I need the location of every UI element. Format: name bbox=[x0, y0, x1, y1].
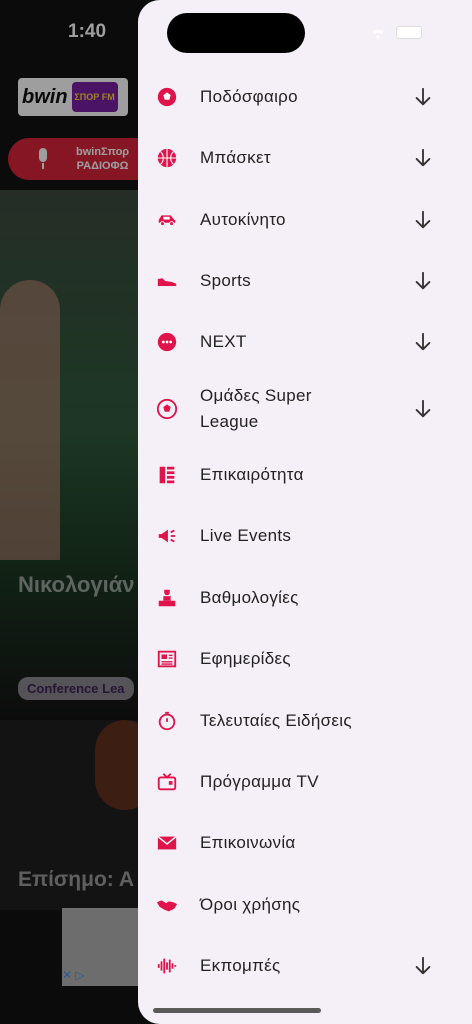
drawer-item-7[interactable]: Επικαιρότητα bbox=[138, 450, 472, 500]
drawer-item-label: Ποδόσφαιρο bbox=[200, 87, 298, 106]
drawer-item-label: Μπάσκετ bbox=[200, 148, 271, 167]
drawer-item-15[interactable]: Εκπομπές bbox=[138, 941, 472, 991]
drawer-item-label: Πρόγραμμα TV bbox=[200, 772, 319, 791]
news-list-icon bbox=[156, 464, 178, 486]
drawer-item-label: Επικοινωνία bbox=[200, 833, 296, 852]
drawer-item-2[interactable]: Μπάσκετ bbox=[138, 133, 472, 183]
drawer-item-3[interactable]: Αυτοκίνητο bbox=[138, 195, 472, 245]
expand-arrow-icon[interactable] bbox=[412, 955, 434, 977]
drawer-item-13[interactable]: Επικοινωνία bbox=[138, 818, 472, 868]
tv-icon bbox=[156, 771, 178, 793]
expand-arrow-icon[interactable] bbox=[412, 86, 434, 108]
soccer-ball-icon bbox=[156, 86, 178, 108]
drawer-item-5[interactable]: NEXT bbox=[138, 317, 472, 367]
handshake-icon bbox=[156, 894, 178, 916]
drawer-item-label: Ομάδες Super League bbox=[200, 386, 312, 431]
drawer-item-11[interactable]: Τελευταίες Ειδήσεις bbox=[138, 696, 472, 746]
drawer-item-label: Βαθμολογίες bbox=[200, 588, 299, 607]
drawer-item-label: Αυτοκίνητο bbox=[200, 210, 286, 229]
envelope-icon bbox=[156, 832, 178, 854]
drawer-item-label: Εκπομπές bbox=[200, 956, 281, 975]
expand-arrow-icon[interactable] bbox=[412, 331, 434, 353]
drawer-item-14[interactable]: Όροι χρήσης bbox=[138, 880, 472, 930]
drawer-item-label: Sports bbox=[200, 271, 251, 290]
drawer-item-9[interactable]: Βαθμολογίες bbox=[138, 573, 472, 623]
podium-icon bbox=[156, 587, 178, 609]
battery-icon bbox=[396, 25, 422, 39]
basketball-icon bbox=[156, 147, 178, 169]
drawer-item-label: Επικαιρότητα bbox=[200, 465, 304, 484]
wifi-icon bbox=[368, 25, 388, 39]
drawer-item-label: Τελευταίες Ειδήσεις bbox=[200, 711, 352, 730]
drawer-item-12[interactable]: Πρόγραμμα TV bbox=[138, 757, 472, 807]
drawer-item-label: NEXT bbox=[200, 332, 247, 351]
audio-wave-icon bbox=[156, 955, 178, 977]
dots-circle-icon bbox=[156, 331, 178, 353]
dynamic-island bbox=[167, 13, 305, 53]
expand-arrow-icon[interactable] bbox=[412, 209, 434, 231]
expand-arrow-icon[interactable] bbox=[412, 398, 434, 420]
drawer-item-label: Live Events bbox=[200, 526, 292, 545]
drawer-item-6[interactable]: Ομάδες Super League bbox=[138, 380, 472, 438]
newspaper-icon bbox=[156, 648, 178, 670]
drawer-item-8[interactable]: Live Events bbox=[138, 511, 472, 561]
drawer-item-label: Εφημερίδες bbox=[200, 649, 291, 668]
drawer-item-10[interactable]: Εφημερίδες bbox=[138, 634, 472, 684]
megaphone-icon bbox=[156, 525, 178, 547]
sneaker-icon bbox=[156, 270, 178, 292]
team-ball-icon bbox=[156, 398, 178, 420]
drawer-item-1[interactable]: Ποδόσφαιρο bbox=[138, 72, 472, 122]
status-icons bbox=[368, 25, 422, 39]
drawer-item-4[interactable]: Sports bbox=[138, 256, 472, 306]
car-icon bbox=[156, 209, 178, 231]
expand-arrow-icon[interactable] bbox=[412, 147, 434, 169]
stopwatch-icon bbox=[156, 710, 178, 732]
expand-arrow-icon[interactable] bbox=[412, 270, 434, 292]
home-indicator[interactable] bbox=[153, 1008, 321, 1013]
drawer-item-label: Όροι χρήσης bbox=[200, 895, 301, 914]
